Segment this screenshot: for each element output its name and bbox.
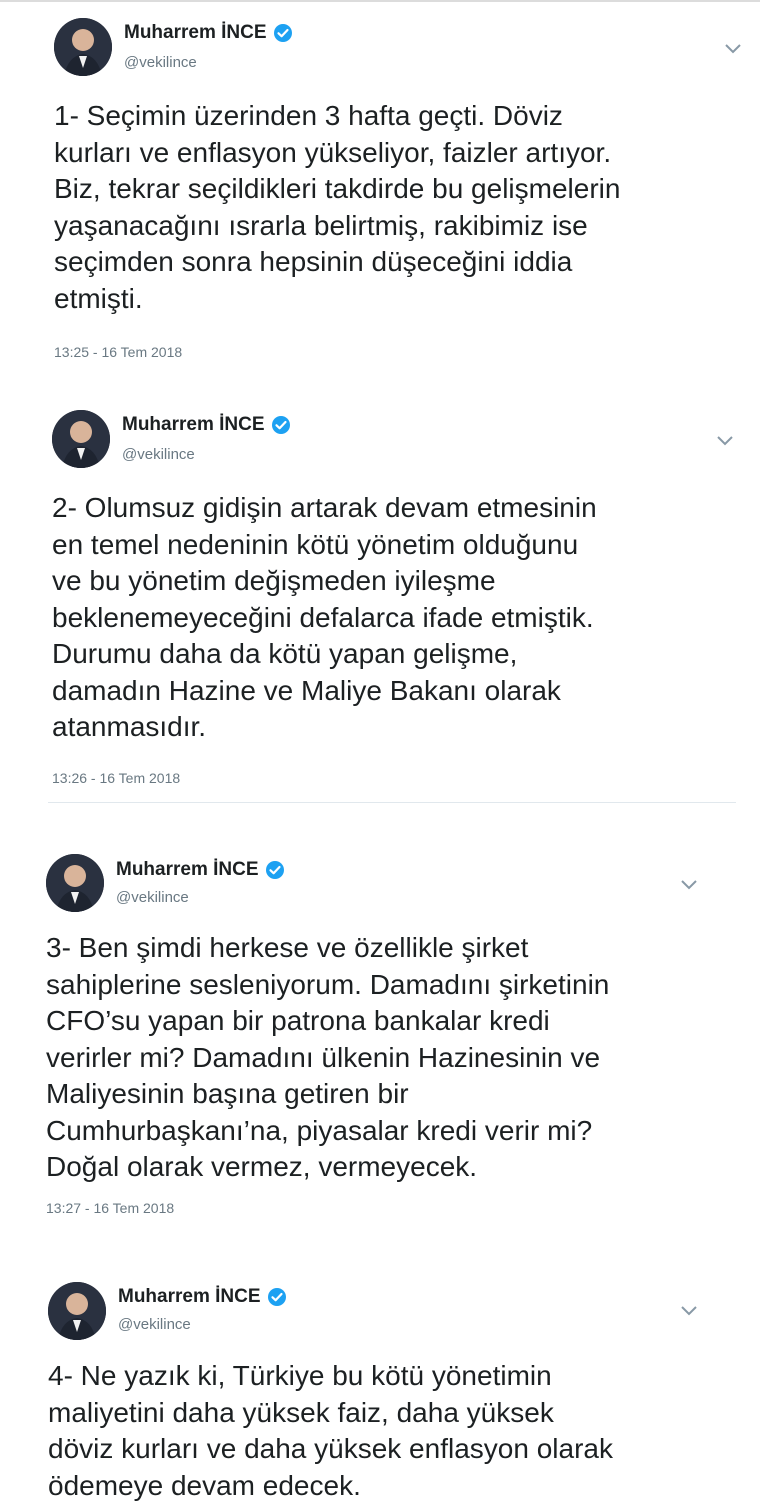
- verified-badge-icon: [273, 23, 293, 43]
- author-name[interactable]: Muharrem İNCE: [124, 22, 267, 44]
- avatar[interactable]: [46, 854, 104, 912]
- avatar[interactable]: [52, 410, 110, 468]
- tweet-timestamp[interactable]: 13:26 - 16 Tem 2018: [52, 770, 180, 786]
- chevron-down-icon[interactable]: [724, 42, 742, 56]
- chevron-down-icon[interactable]: [716, 434, 734, 448]
- author-handle[interactable]: @vekilince: [122, 446, 195, 463]
- verified-badge-icon: [267, 1287, 287, 1307]
- tweet-timestamp[interactable]: 13:25 - 16 Tem 2018: [54, 344, 182, 360]
- tweet-text: 1- Seçimin üzerinden 3 hafta geçti. Dövi…: [54, 100, 621, 314]
- author-handle[interactable]: @vekilince: [118, 1316, 191, 1333]
- verified-badge-icon: [265, 860, 285, 880]
- tweet-text: 4- Ne yazık ki, Türkiye bu kötü yönetimi…: [48, 1360, 613, 1501]
- author-name[interactable]: Muharrem İNCE: [116, 859, 259, 881]
- top-border: [0, 0, 760, 2]
- tweet-timestamp[interactable]: 13:27 - 16 Tem 2018: [46, 1200, 174, 1216]
- chevron-down-icon[interactable]: [680, 1304, 698, 1318]
- divider: [48, 802, 736, 803]
- avatar[interactable]: [48, 1282, 106, 1340]
- tweet-thread: Muharrem İNCE @vekilince 1- Seçimin üzer…: [0, 0, 760, 1512]
- tweet-text: 3- Ben şimdi herkese ve özellikle şirket…: [46, 932, 610, 1182]
- tweet-text: 2- Olumsuz gidişin artarak devam etmesin…: [52, 492, 597, 742]
- author-name[interactable]: Muharrem İNCE: [122, 414, 265, 436]
- verified-badge-icon: [271, 415, 291, 435]
- chevron-down-icon[interactable]: [680, 878, 698, 892]
- author-handle[interactable]: @vekilince: [116, 889, 189, 906]
- author-name[interactable]: Muharrem İNCE: [118, 1286, 261, 1308]
- avatar[interactable]: [54, 18, 112, 76]
- author-handle[interactable]: @vekilince: [124, 54, 197, 71]
